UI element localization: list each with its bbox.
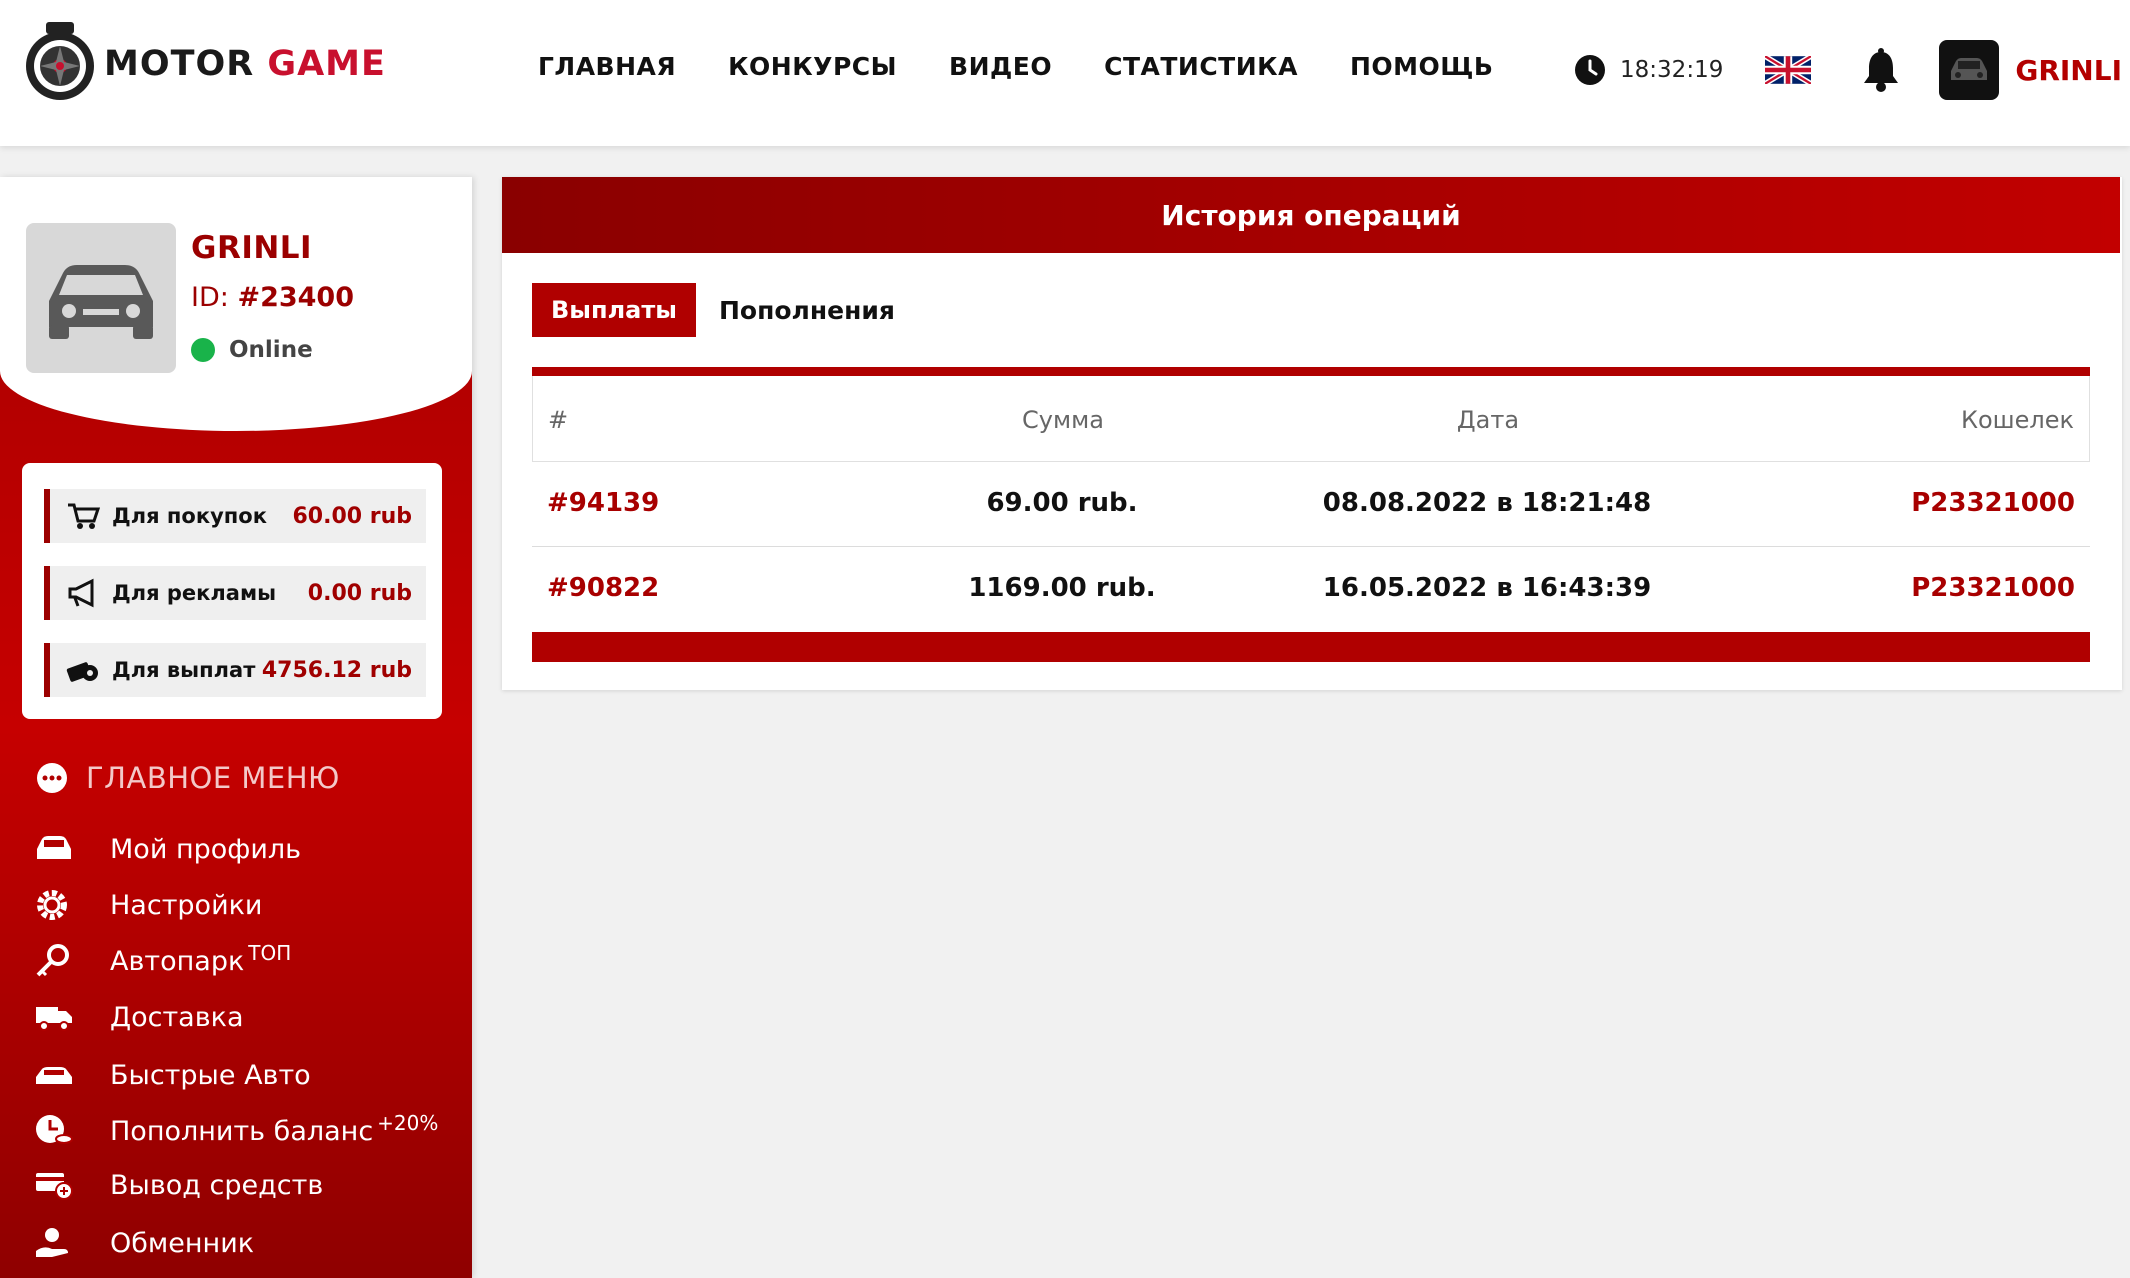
menu-badge-bonus: +20% — [377, 1111, 439, 1135]
menu-label: Пополнить баланс — [110, 1115, 374, 1147]
logo-word-motor: MOTOR — [104, 44, 255, 84]
col-amount: Сумма — [1022, 406, 1104, 434]
balance-payouts: Для выплат 4756.12 rub — [44, 643, 426, 697]
tab-deposits[interactable]: Пополнения — [719, 283, 895, 337]
row-wallet: P23321000 — [1911, 573, 2075, 603]
row-id: #90822 — [547, 573, 660, 603]
balance-label: Для покупок — [112, 504, 267, 528]
megaphone-icon — [68, 578, 94, 608]
menu-withdraw[interactable]: Вывод средств — [34, 1167, 323, 1203]
server-time: 18:32:19 — [1620, 57, 1724, 83]
operations-panel: История операций Выплаты Пополнения # Су… — [502, 177, 2122, 690]
row-id: #94139 — [547, 488, 660, 518]
money-icon — [66, 662, 98, 682]
menu-top-up[interactable]: Пополнить баланс +20% — [34, 1111, 439, 1149]
menu-label: Настройки — [110, 889, 263, 921]
menu-badge-top: ТОП — [248, 941, 292, 965]
coins-clock-icon — [36, 1115, 73, 1144]
status-text: Online — [229, 337, 313, 363]
row-date: 16.05.2022 в 16:43:39 — [1322, 573, 1652, 603]
nav-help[interactable]: ПОМОЩЬ — [1350, 52, 1494, 81]
menu-label: Быстрые Авто — [110, 1059, 311, 1091]
balance-value: 60.00 rub — [292, 503, 412, 529]
car-icon — [37, 836, 71, 859]
profile-status: Online — [191, 337, 313, 363]
col-number: # — [548, 406, 569, 434]
menu-label: Обменник — [110, 1227, 255, 1259]
balance-purchases: Для покупок 60.00 rub — [44, 489, 426, 543]
car-icon — [49, 265, 153, 339]
online-dot-icon — [191, 338, 215, 362]
balance-ads: Для рекламы 0.00 rub — [44, 566, 426, 620]
truck-icon — [36, 1007, 72, 1031]
balances-card: Для покупок 60.00 rub Для рекламы 0.00 r… — [22, 463, 442, 719]
menu-title-text: ГЛАВНОЕ МЕНЮ — [86, 761, 340, 795]
menu-delivery[interactable]: Доставка — [34, 999, 244, 1035]
profile-card: GRINLI ID: #23400 Online — [0, 177, 472, 431]
nav-video[interactable]: ВИДЕО — [949, 52, 1052, 81]
row-amount: 69.00 rub. — [986, 488, 1138, 518]
menu-fast-cars[interactable]: Быстрые Авто — [34, 1057, 311, 1093]
logo-word-game: GAME — [267, 44, 386, 84]
table-top-bar — [532, 367, 2090, 376]
bell-icon[interactable] — [1861, 48, 1901, 92]
hand-coin-icon — [36, 1228, 68, 1257]
car-icon — [1951, 58, 1988, 80]
tab-payouts[interactable]: Выплаты — [532, 283, 696, 337]
table-row: #90822 1169.00 rub. 16.05.2022 в 16:43:3… — [532, 547, 2090, 631]
table-header: # Сумма Дата Кошелек — [532, 376, 2090, 462]
menu-label: Вывод средств — [110, 1169, 324, 1201]
table-bottom-bar — [532, 632, 2090, 662]
balance-label: Для рекламы — [112, 581, 277, 605]
sports-car-icon — [36, 1067, 72, 1084]
profile-id-label: ID: — [191, 282, 229, 313]
profile-id-value: #23400 — [237, 282, 355, 313]
menu-label: Доставка — [110, 1001, 244, 1033]
menu-garage[interactable]: Автопарк ТОП — [34, 941, 292, 979]
gear-icon — [37, 890, 67, 920]
menu-settings[interactable]: Настройки — [34, 887, 262, 923]
car-key-icon — [36, 944, 69, 977]
sidebar: GRINLI ID: #23400 Online Для покупок 60.… — [0, 177, 472, 1278]
menu-label: Мой профиль — [110, 833, 302, 865]
clock-icon — [1575, 55, 1606, 85]
col-date: Дата — [1456, 406, 1520, 434]
nav-contests[interactable]: КОНКУРСЫ — [728, 52, 897, 81]
table-row: #94139 69.00 rub. 08.08.2022 в 18:21:48 … — [532, 462, 2090, 547]
header-right: 18:32:19 GRINLI — [1574, 38, 2130, 102]
header-username[interactable]: GRINLI — [2015, 54, 2122, 87]
main-nav: ГЛАВНАЯ КОНКУРСЫ ВИДЕО СТАТИСТИКА ПОМОЩЬ — [538, 52, 1545, 81]
row-wallet: P23321000 — [1911, 488, 2075, 518]
top-header: MOTOR GAME ГЛАВНАЯ КОНКУРСЫ ВИДЕО СТАТИС… — [0, 0, 2130, 146]
nav-home[interactable]: ГЛАВНАЯ — [538, 52, 676, 81]
profile-name: GRINLI — [191, 230, 313, 266]
col-wallet: Кошелек — [1960, 406, 2074, 434]
row-date: 08.08.2022 в 18:21:48 — [1322, 488, 1652, 518]
panel-title: История операций — [502, 177, 2120, 253]
balance-value: 4756.12 rub — [261, 657, 412, 683]
turbo-logo-icon — [26, 22, 94, 100]
row-amount: 1169.00 rub. — [968, 573, 1156, 603]
site-logo[interactable]: MOTOR GAME — [20, 18, 386, 110]
menu-exchanger[interactable]: Обменник — [34, 1225, 254, 1261]
dots-icon — [37, 763, 67, 793]
balance-label: Для выплат — [112, 658, 256, 682]
menu-label: Автопарк — [110, 945, 245, 977]
profile-avatar — [26, 223, 176, 373]
balance-value: 0.00 rub — [307, 580, 412, 606]
wallet-out-icon — [36, 1173, 73, 1200]
header-avatar[interactable] — [1939, 40, 2000, 100]
cart-icon — [68, 503, 100, 529]
nav-statistics[interactable]: СТАТИСТИКА — [1104, 52, 1298, 81]
uk-flag-icon[interactable] — [1765, 56, 1812, 84]
menu-my-profile[interactable]: Мой профиль — [34, 831, 301, 867]
menu-title: ГЛАВНОЕ МЕНЮ — [36, 761, 340, 795]
profile-id: ID: #23400 — [191, 282, 354, 313]
